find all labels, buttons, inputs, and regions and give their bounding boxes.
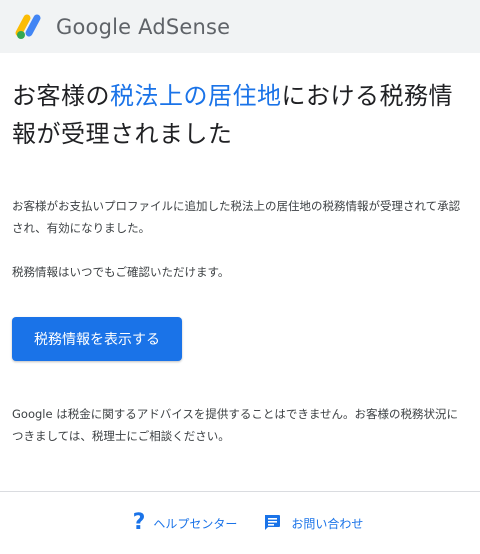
help-icon: ? [132, 510, 146, 535]
contact-link[interactable]: お問い合わせ [263, 514, 363, 532]
review-paragraph: 税務情報はいつでもご確認いただけます。 [12, 265, 230, 279]
page-title: お客様の税法上の居住地における税務情報が受理されました [12, 77, 468, 153]
confirmation-paragraph: お客様がお支払いプロファイルに追加した税法上の居住地の税務情報が受理されて承認さ… [12, 199, 461, 235]
contact-label: お問い合わせ [291, 516, 364, 531]
title-text-pre: お客様の [12, 82, 110, 110]
brand-name: Google AdSense [56, 14, 231, 39]
main-content: お客様の税法上の居住地における税務情報が受理されました お客様がお支払いプロファ… [0, 77, 480, 447]
adsense-logo-icon [15, 14, 41, 39]
view-tax-info-button[interactable]: 税務情報を表示する [12, 317, 182, 361]
disclaimer-paragraph: Google は税金に関するアドバイスを提供することはできません。お客様の税務状… [12, 407, 459, 443]
footer: ? ヘルプセンター お問い合わせ [0, 492, 480, 554]
app-header: Google AdSense [0, 0, 480, 53]
chat-icon [265, 515, 281, 530]
help-center-label: ヘルプセンター [153, 516, 238, 531]
help-center-link[interactable]: ? ヘルプセンター [133, 512, 238, 534]
title-accent-text: 税法上の居住地 [110, 82, 282, 110]
